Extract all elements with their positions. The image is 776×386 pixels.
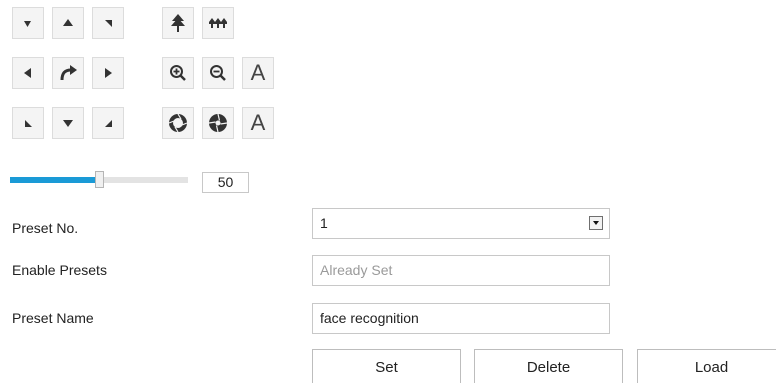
speed-slider[interactable]: [10, 171, 188, 188]
letter-a-icon: A: [250, 60, 266, 85]
delete-button[interactable]: Delete: [474, 349, 623, 383]
pan-left-button[interactable]: [12, 57, 44, 89]
iris-close-icon: [208, 113, 228, 133]
speed-slider-fill: [10, 177, 99, 183]
preset-name-value: face recognition: [320, 310, 419, 326]
iris-close-button[interactable]: [202, 107, 234, 139]
down-icon: [62, 117, 74, 129]
preset-number-label: Preset No.: [12, 220, 79, 236]
down-left-icon: [22, 117, 34, 129]
zoom-out-button[interactable]: [202, 57, 234, 89]
preset-name-label: Preset Name: [12, 310, 94, 326]
zoom-auto-button[interactable]: A: [242, 57, 274, 89]
speed-slider-thumb[interactable]: [95, 171, 104, 188]
pan-up-left-button[interactable]: [12, 7, 44, 39]
zoom-out-icon: [209, 64, 227, 82]
letter-a-icon: A: [250, 110, 266, 135]
enable-presets-label: Enable Presets: [12, 262, 107, 278]
zoom-in-icon: [169, 64, 187, 82]
zoom-in-button[interactable]: [162, 57, 194, 89]
pan-down-button[interactable]: [52, 107, 84, 139]
right-icon: [102, 67, 114, 79]
auto-rotate-icon: [59, 65, 77, 81]
auto-rotate-button[interactable]: [52, 57, 84, 89]
preset-number-select[interactable]: 1: [312, 208, 610, 239]
up-left-icon: [22, 17, 34, 29]
load-button[interactable]: Load: [637, 349, 776, 383]
enable-presets-field: Already Set: [312, 255, 610, 286]
set-button[interactable]: Set: [312, 349, 461, 383]
up-icon: [62, 17, 74, 29]
pan-up-button[interactable]: [52, 7, 84, 39]
focus-far-icon: [208, 15, 228, 31]
iris-open-icon: [168, 113, 188, 133]
iris-open-button[interactable]: [162, 107, 194, 139]
speed-value: 50: [202, 172, 249, 193]
focus-far-button[interactable]: [202, 7, 234, 39]
enable-presets-value: Already Set: [320, 262, 393, 278]
down-right-icon: [102, 117, 114, 129]
chevron-down-icon[interactable]: [589, 216, 603, 230]
preset-name-input[interactable]: face recognition: [312, 303, 610, 334]
up-right-icon: [102, 17, 114, 29]
preset-number-value: 1: [320, 215, 328, 231]
focus-near-button[interactable]: [162, 7, 194, 39]
iris-auto-button[interactable]: A: [242, 107, 274, 139]
pan-up-right-button[interactable]: [92, 7, 124, 39]
left-icon: [22, 67, 34, 79]
pan-right-button[interactable]: [92, 57, 124, 89]
pan-down-left-button[interactable]: [12, 107, 44, 139]
focus-near-icon: [169, 13, 187, 33]
pan-down-right-button[interactable]: [92, 107, 124, 139]
